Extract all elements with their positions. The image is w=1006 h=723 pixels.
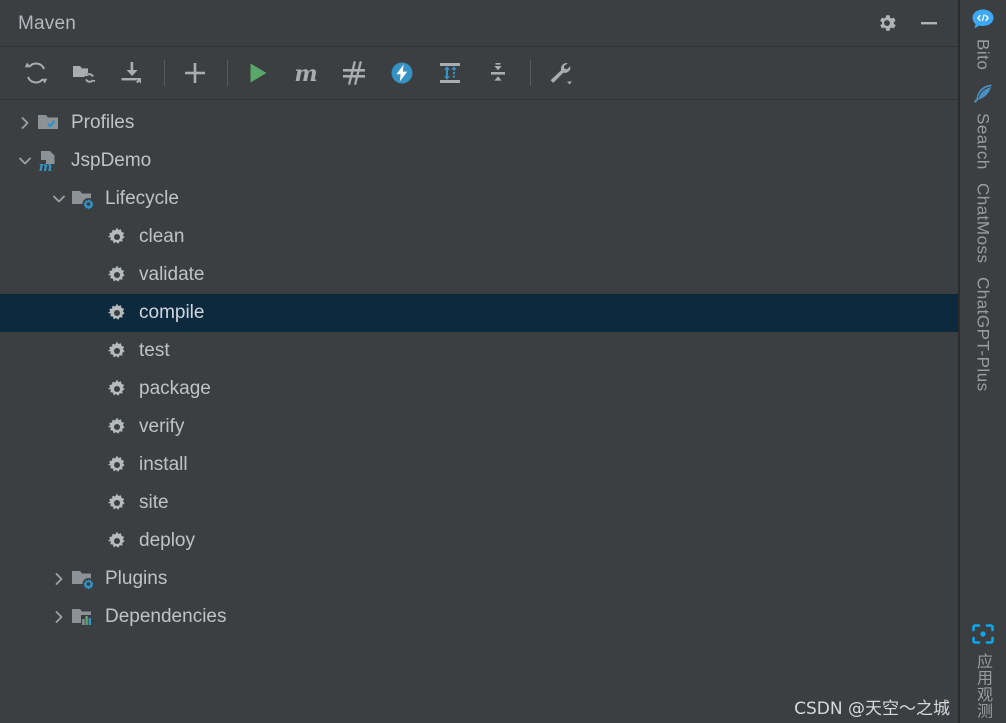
profiles-folder-icon <box>36 110 62 136</box>
tree-row-site[interactable]: site <box>0 484 958 522</box>
arms-icon <box>969 620 997 648</box>
hide-icon[interactable] <box>916 10 942 36</box>
chevron-right-icon[interactable] <box>48 560 70 598</box>
tree-row-deploy[interactable]: deploy <box>0 522 958 560</box>
maven-toolbar: m <box>0 47 958 100</box>
phase-gear-icon <box>104 528 130 554</box>
sidebar-item-label: 应用观测 <box>974 653 993 719</box>
sidebar-item-bito[interactable]: Bito <box>960 0 1006 74</box>
maven-tool-window: Maven m Profiles m JspDemo Lifecycle cle… <box>0 0 959 723</box>
expand-all-icon[interactable] <box>432 55 468 91</box>
tree-row-label: compile <box>139 301 205 323</box>
chevron-down-icon[interactable] <box>48 180 70 218</box>
sidebar-item-chatmoss[interactable]: ChatMoss <box>960 174 1006 268</box>
feather-icon <box>969 80 997 108</box>
tree-row-install[interactable]: install <box>0 446 958 484</box>
tree-row-label: Dependencies <box>105 605 227 627</box>
tree-row-label: JspDemo <box>71 149 152 171</box>
tree-row-label: install <box>139 453 188 475</box>
title-bar-actions <box>874 10 948 36</box>
tree-row-compile[interactable]: compile <box>0 294 958 332</box>
tree-row-label: site <box>139 491 169 513</box>
phase-gear-icon <box>104 376 130 402</box>
phase-gear-icon <box>104 490 130 516</box>
download-sources-icon[interactable] <box>114 55 150 91</box>
tree-row-label: Lifecycle <box>105 187 179 209</box>
phase-gear-icon <box>104 224 130 250</box>
chevron-right-icon[interactable] <box>14 104 36 142</box>
right-tool-window-bar: Bito Search ChatMoss ChatGPT-Plus 应用观测 <box>959 0 1006 723</box>
sidebar-item-[interactable]: 应用观测 <box>960 614 1006 723</box>
lifecycle-folder-icon <box>70 186 96 212</box>
toolbar-separator-1 <box>164 60 165 86</box>
maven-projects-tree[interactable]: Profiles m JspDemo Lifecycle clean valid… <box>0 100 958 723</box>
bito-icon <box>969 6 997 34</box>
sidebar-item-label: ChatGPT-Plus <box>973 276 993 392</box>
run-icon[interactable] <box>240 55 276 91</box>
sidebar-item-search[interactable]: Search <box>960 74 1006 174</box>
tree-row-label: clean <box>139 225 185 247</box>
reload-all-projects-icon[interactable] <box>18 55 54 91</box>
tree-row-clean[interactable]: clean <box>0 218 958 256</box>
maven-module-icon: m <box>36 148 62 174</box>
tree-row-test[interactable]: test <box>0 332 958 370</box>
tree-row-lifecycle[interactable]: Lifecycle <box>0 180 958 218</box>
tree-row-verify[interactable]: verify <box>0 408 958 446</box>
sidebar-item-label: Search <box>973 113 993 171</box>
add-icon[interactable] <box>177 55 213 91</box>
toolbar-separator-2 <box>227 60 228 86</box>
chevron-right-icon[interactable] <box>48 598 70 636</box>
sidebar-item-label: ChatMoss <box>973 183 993 264</box>
collapse-all-icon[interactable] <box>480 55 516 91</box>
toolbar-separator-3 <box>530 60 531 86</box>
tree-row-label: deploy <box>139 529 195 551</box>
phase-gear-icon <box>104 452 130 478</box>
sidebar-item-chatgpt-plus[interactable]: ChatGPT-Plus <box>960 268 1006 396</box>
add-maven-projects-icon[interactable] <box>66 55 102 91</box>
tree-row-label: Profiles <box>71 111 135 133</box>
toggle-offline-icon[interactable] <box>384 55 420 91</box>
maven-tool-window-screenshot: Maven m Profiles m JspDemo Lifecycle cle… <box>0 0 1006 723</box>
phase-gear-icon <box>104 338 130 364</box>
tree-row-jspdemo[interactable]: m JspDemo <box>0 142 958 180</box>
svg-text:m: m <box>294 61 317 86</box>
phase-gear-icon <box>104 414 130 440</box>
sidebar-item-label: Bito <box>973 39 993 71</box>
tool-window-header: Maven <box>0 0 958 47</box>
page-title: Maven <box>18 12 77 34</box>
tree-row-package[interactable]: package <box>0 370 958 408</box>
settings-icon[interactable] <box>874 10 900 36</box>
tree-row-label: Plugins <box>105 567 168 589</box>
dependencies-folder-icon <box>70 604 96 630</box>
svg-text:m: m <box>39 160 53 174</box>
phase-gear-icon <box>104 300 130 326</box>
tree-row-label: test <box>139 339 170 361</box>
toggle-skip-tests-icon[interactable] <box>336 55 372 91</box>
chevron-down-icon[interactable] <box>14 142 36 180</box>
tree-row-profiles[interactable]: Profiles <box>0 104 958 142</box>
execute-maven-goal-icon[interactable]: m <box>288 55 324 91</box>
phase-gear-icon <box>104 262 130 288</box>
tree-row-validate[interactable]: validate <box>0 256 958 294</box>
tree-row-dependencies[interactable]: Dependencies <box>0 598 958 636</box>
tree-row-plugins[interactable]: Plugins <box>0 560 958 598</box>
tree-row-label: validate <box>139 263 205 285</box>
maven-settings-icon[interactable] <box>543 55 579 91</box>
tree-row-label: package <box>139 377 211 399</box>
plugins-folder-icon <box>70 566 96 592</box>
tree-row-label: verify <box>139 415 185 437</box>
